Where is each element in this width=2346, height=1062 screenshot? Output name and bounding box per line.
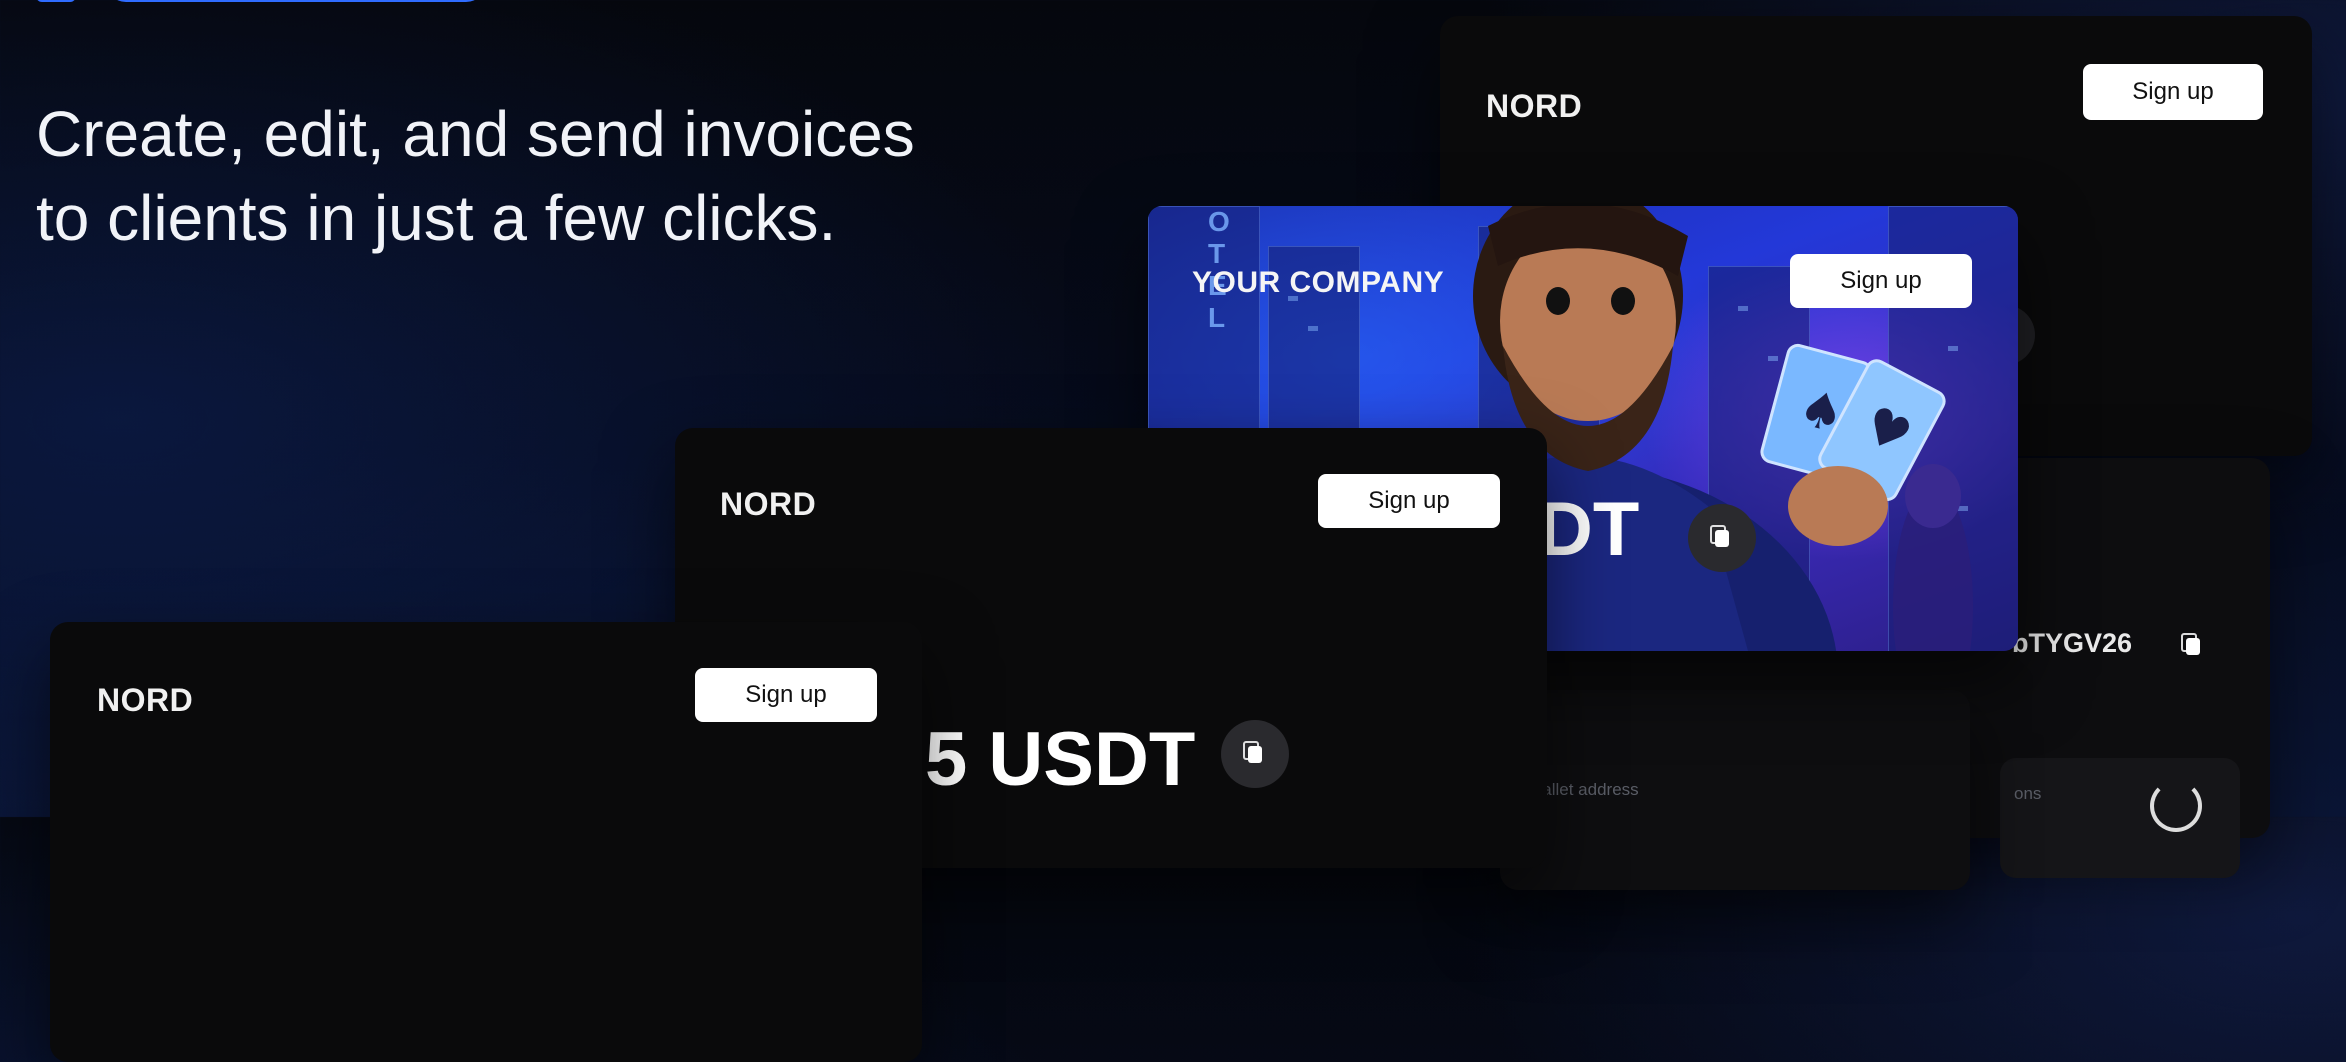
copy-address-button[interactable]: [2175, 628, 2211, 664]
company-name: YOUR COMPANY: [1192, 266, 1445, 299]
copy-amount-button[interactable]: [1688, 504, 1756, 572]
wallet-card: wallet address: [1500, 690, 1970, 890]
invoice-amount: 5 USDT: [925, 717, 1196, 802]
signup-button[interactable]: Sign up: [1318, 474, 1500, 528]
brand-logo: NORD: [97, 682, 194, 718]
options-panel: ons: [2000, 758, 2240, 878]
spinner-icon: [2150, 780, 2202, 832]
copy-amount-button[interactable]: [1221, 720, 1289, 788]
hero-subtitle-line-2: to clients in just a few clicks.: [36, 182, 837, 254]
signup-button[interactable]: Sign up: [695, 668, 877, 722]
copy-icon: [1710, 524, 1729, 547]
options-label: ons: [2014, 784, 2042, 803]
brand-logo: NORD: [720, 486, 817, 522]
copy-icon: [1243, 740, 1262, 763]
amount-fragment: DT: [1538, 487, 1640, 572]
heading-accent: [36, 0, 496, 12]
signup-button[interactable]: Sign up: [2083, 64, 2263, 120]
invoice-card-front-left: NORD Sign up: [50, 622, 922, 1062]
heading-text-highlight: [106, 0, 486, 2]
brand-logo: NORD: [1486, 88, 1583, 124]
hero-subtitle-line-1: Create, edit, and send invoices: [36, 98, 915, 170]
address-text: bTYGV26: [2012, 628, 2133, 658]
copy-icon: [2181, 632, 2200, 655]
hero-subtitle: Create, edit, and send invoices to clien…: [36, 92, 1076, 260]
heading-icon: [36, 0, 76, 2]
signup-button[interactable]: Sign up: [1790, 254, 1972, 308]
